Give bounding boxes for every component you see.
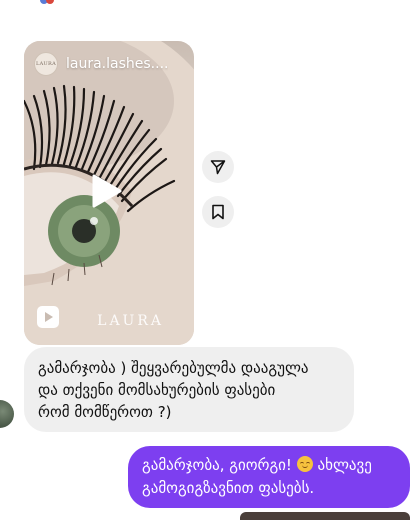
next-message-preview[interactable]	[240, 512, 410, 520]
message-text: გამარჯობა, გიორგი!	[142, 456, 292, 474]
share-button[interactable]	[202, 151, 234, 183]
avatar[interactable]	[0, 400, 14, 428]
send-icon	[210, 160, 226, 175]
top-indicator	[46, 0, 54, 4]
outgoing-message-bubble[interactable]: გამარჯობა, გიორგი! ახლავე გამოგიგზავნით …	[128, 446, 410, 508]
smiling-face-emoji	[296, 456, 313, 472]
shared-reel-card[interactable]: LAURA laura.lashes.... LAURA	[24, 41, 194, 345]
status-bar-edge	[0, 0, 416, 8]
bookmark-icon	[212, 204, 224, 220]
reel-header[interactable]: LAURA laura.lashes....	[34, 51, 186, 77]
reel-author-username[interactable]: laura.lashes....	[66, 56, 168, 72]
incoming-message-bubble[interactable]: გამარჯობა ) შეყვარებულმა დააგულა და თქვე…	[24, 347, 354, 432]
message-text-line: რომ მომწეროთ ?)	[38, 403, 172, 421]
reel-author-avatar[interactable]: LAURA	[34, 52, 58, 76]
brand-watermark: LAURA	[97, 313, 164, 329]
reels-icon	[36, 305, 60, 333]
avatar-logo-text: LAURA	[35, 61, 57, 67]
play-icon[interactable]	[92, 174, 122, 212]
save-button[interactable]	[202, 196, 234, 228]
message-text-line: და თქვენი მომსახურების ფასები	[38, 381, 276, 399]
message-text-line: გამოგიგზავნით ფასებს.	[142, 479, 315, 497]
message-text: ახლავე	[317, 456, 372, 474]
message-text-line: გამარჯობა ) შეყვარებულმა დააგულა	[38, 359, 309, 377]
